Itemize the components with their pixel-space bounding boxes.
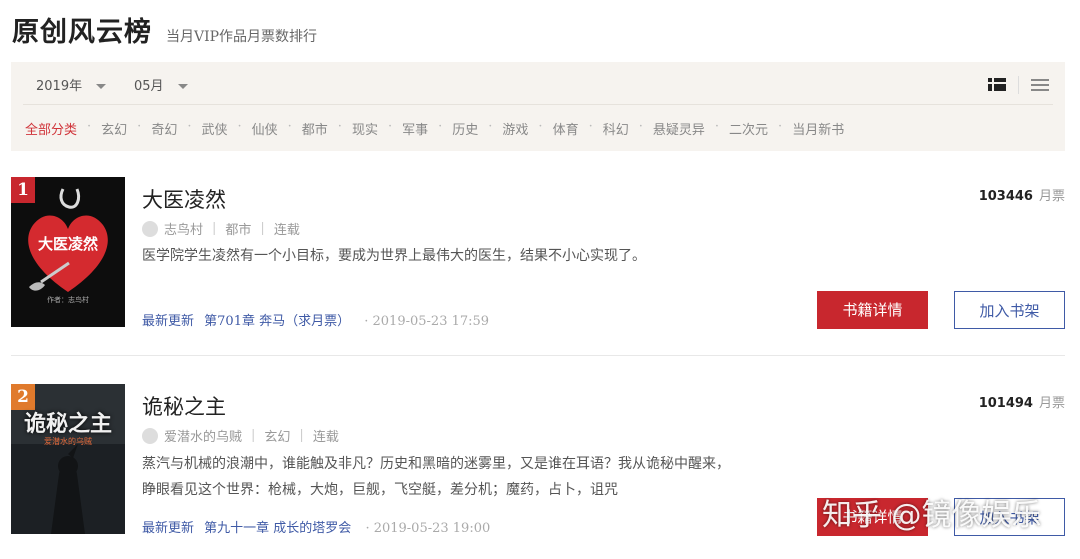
filter-panel: 2019年 05月 全部分类 · 玄幻 · 奇幻 · 武侠 · 仙侠 · 都市 · 现实 · … [11, 62, 1065, 151]
book-description: 医学院学生凌然有一个小目标，要成为世界上最伟大的医生，结果不小心实现了。 [142, 248, 646, 264]
page-subtitle: 当月VIP作品月票数排行 [166, 29, 318, 45]
update-time: · 2019-05-23 17:59 [364, 314, 490, 329]
year-select-label: 2019年 [36, 79, 83, 94]
category-qihuan[interactable]: 奇幻 [151, 119, 177, 138]
category-list: 全部分类 · 玄幻 · 奇幻 · 武侠 · 仙侠 · 都市 · 现实 · 军事 · 历史 · 游戏… [25, 119, 845, 138]
book-detail-button[interactable]: 书籍详情 [817, 291, 928, 329]
page-header: 原创风云榜 当月VIP作品月票数排行 [12, 10, 317, 50]
chevron-down-icon [177, 84, 188, 89]
month-select-label: 05月 [134, 79, 164, 94]
category-junshi[interactable]: 军事 [402, 119, 428, 138]
cover-title: 诡秘之主 [23, 411, 112, 437]
status-text: 连载 [312, 430, 339, 445]
category-kehuan[interactable]: 科幻 [603, 119, 629, 138]
book-description: 蒸汽与机械的浪潮中，谁能触及非凡？历史和黑暗的迷雾里，又是谁在耳语？我从诡秘中醒… [142, 456, 730, 498]
book-title[interactable]: 大医凌然 [142, 184, 226, 214]
genre-link[interactable]: 都市 [225, 219, 251, 238]
vote-number: 101494 [978, 396, 1033, 411]
update-label: 最新更新 [142, 314, 195, 329]
category-wuxia[interactable]: 武侠 [201, 119, 227, 138]
month-select[interactable]: 05月 [134, 75, 188, 94]
category-xianshi[interactable]: 现实 [352, 119, 378, 138]
category-xianxia[interactable]: 仙侠 [252, 119, 278, 138]
list-view-icon[interactable] [988, 78, 1006, 92]
chevron-down-icon [96, 84, 107, 89]
author-link[interactable]: 志鸟村 [164, 219, 203, 238]
rank-badge: 1 [11, 177, 35, 203]
compact-view-icon[interactable] [1031, 78, 1049, 92]
row-divider [11, 355, 1065, 356]
vote-unit: 月票 [1038, 189, 1065, 204]
book-title[interactable]: 诡秘之主 [142, 391, 226, 421]
book-item: 1 大医凌然 作者：志鸟村 大医凌然 志鸟村 | 都市 | 连载 医学院学生凌然… [11, 177, 1065, 337]
cover-author: 作者：志鸟村 [47, 296, 89, 304]
year-select[interactable]: 2019年 [36, 75, 107, 94]
update-label: 最新更新 [142, 521, 195, 536]
category-all[interactable]: 全部分类 [25, 119, 77, 138]
category-erciyuan[interactable]: 二次元 [729, 119, 768, 138]
latest-update[interactable]: 最新更新 第701章 奔马（求月票） · 2019-05-23 17:59 [142, 310, 489, 329]
category-dushi[interactable]: 都市 [302, 119, 328, 138]
cover-title: 大医凌然 [37, 235, 98, 253]
add-to-shelf-button[interactable]: 加入书架 [954, 291, 1065, 329]
vote-count: 103446 月票 [979, 185, 1065, 204]
category-lishi[interactable]: 历史 [452, 119, 478, 138]
category-tiyu[interactable]: 体育 [553, 119, 579, 138]
genre-link[interactable]: 玄幻 [264, 426, 290, 445]
book-meta: 志鸟村 | 都市 | 连载 [142, 219, 300, 238]
category-new-books[interactable]: 当月新书 [792, 119, 844, 138]
update-chapter[interactable]: 第701章 奔马（求月票） [204, 314, 350, 329]
vote-unit: 月票 [1038, 396, 1065, 411]
vote-count: 101494 月票 [979, 392, 1065, 411]
category-youxi[interactable]: 游戏 [502, 119, 528, 138]
latest-update[interactable]: 最新更新 第九十一章 成长的塔罗会 · 2019-05-23 19:00 [142, 517, 490, 536]
status-text: 连载 [273, 223, 300, 238]
avatar [142, 220, 158, 237]
category-xuanhuan[interactable]: 玄幻 [101, 119, 127, 138]
watermark: 知乎 @镜像娱乐 [822, 498, 1042, 533]
update-time: · 2019-05-23 19:00 [365, 521, 491, 536]
update-chapter[interactable]: 第九十一章 成长的塔罗会 [204, 521, 351, 536]
author-link[interactable]: 爱潜水的乌贼 [164, 426, 242, 445]
avatar [142, 427, 158, 444]
page-title: 原创风云榜 [12, 17, 152, 48]
book-cover[interactable]: 2 诡秘之主 爱潜水的乌贼 [11, 384, 125, 534]
book-meta: 爱潜水的乌贼 | 玄幻 | 连载 [142, 426, 339, 445]
vote-number: 103446 [978, 189, 1033, 204]
category-xuanyi[interactable]: 悬疑灵异 [653, 119, 705, 138]
cover-author: 爱潜水的乌贼 [44, 437, 92, 446]
book-cover[interactable]: 1 大医凌然 作者：志鸟村 [11, 177, 125, 327]
